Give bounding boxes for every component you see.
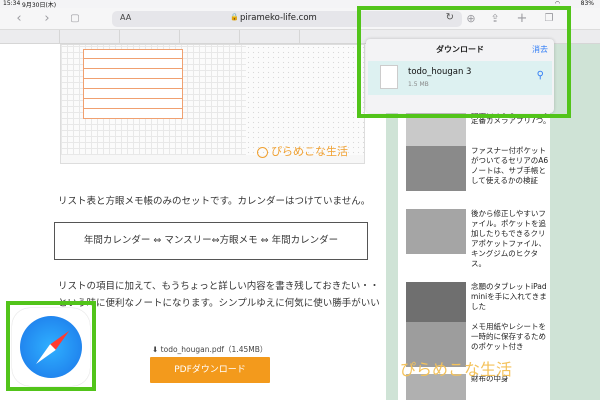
- highlight-frame: [357, 6, 571, 118]
- post-thumbnail: [406, 209, 466, 254]
- back-icon[interactable]: ‹: [10, 10, 28, 28]
- text-size-button[interactable]: AA: [120, 13, 131, 22]
- logo-text: ぴらめこな生活: [271, 145, 348, 158]
- watermark-text: ぴらめこな生活: [400, 360, 513, 379]
- post-title: ファスナー付ポケットがついてるセリアのA6ノートは、サブ手帳として使えるかの検証: [471, 146, 549, 185]
- status-time: 15:34: [3, 0, 21, 7]
- download-link-label: todo_hougan.pdf（1.45MB）: [160, 345, 268, 354]
- highlight-frame: [6, 301, 96, 391]
- tab[interactable]: [120, 30, 180, 44]
- site-logo: ぴらめこな生活: [257, 143, 348, 159]
- post-title: メモ用紙やレシートを一時的に保存するためのポケット付き: [471, 322, 546, 351]
- related-post[interactable]: 後から修正しやすいファイル。ポケットを追加したりもできるクリアポケットファイル、…: [406, 209, 549, 279]
- post-title: 念願のタブレットiPad miniを手に入れてきました: [471, 282, 547, 311]
- tab[interactable]: [300, 30, 360, 44]
- paragraph-line: という時に便利なノートになります。シンプルゆえに何気に使い勝手がいい: [58, 298, 380, 309]
- tab[interactable]: [0, 30, 60, 44]
- paragraph: リスト表と方眼メモ帳のみのセットです。カレンダーはつけていません。: [58, 196, 371, 207]
- download-link[interactable]: ⬇ todo_hougan.pdf（1.45MB）: [152, 344, 267, 355]
- tab[interactable]: [240, 30, 300, 44]
- dot-paper-image: [246, 45, 364, 155]
- post-thumbnail: [406, 282, 466, 327]
- boxed-note: 年間カレンダー ⇔ マンスリー⇔方眼メモ ⇔ 年間カレンダー: [54, 222, 368, 260]
- pdf-download-button[interactable]: PDFダウンロード: [150, 357, 270, 383]
- paragraph-line: リストの項目に加えて、もうちょっと詳しい内容を書き残しておきたい・・: [58, 281, 380, 292]
- battery-indicator: 83%: [580, 0, 594, 7]
- post-title: 後から修正しやすいファイル。ポケットを追加したりもできるクリアポケットファイル、…: [471, 209, 546, 268]
- tab[interactable]: [180, 30, 240, 44]
- download-small-icon: ⬇: [152, 345, 161, 354]
- url-text[interactable]: pirameko-life.com: [240, 13, 317, 23]
- orange-list-image: [83, 49, 183, 119]
- related-post[interactable]: ファスナー付ポケットがついてるセリアのA6ノートは、サブ手帳として使えるかの検証: [406, 146, 549, 204]
- notebook-image: ぴらめこな生活: [60, 44, 365, 164]
- lock-icon: 🔒: [230, 13, 239, 21]
- bookmarks-icon[interactable]: ▢: [66, 10, 84, 28]
- paragraph: リストの項目に加えて、もうちょっと詳しい内容を書き残しておきたい・・ という時に…: [58, 278, 380, 312]
- tab[interactable]: [60, 30, 120, 44]
- forward-icon[interactable]: ›: [38, 10, 56, 28]
- post-thumbnail: [406, 146, 466, 191]
- grid-paper-image: [61, 45, 246, 155]
